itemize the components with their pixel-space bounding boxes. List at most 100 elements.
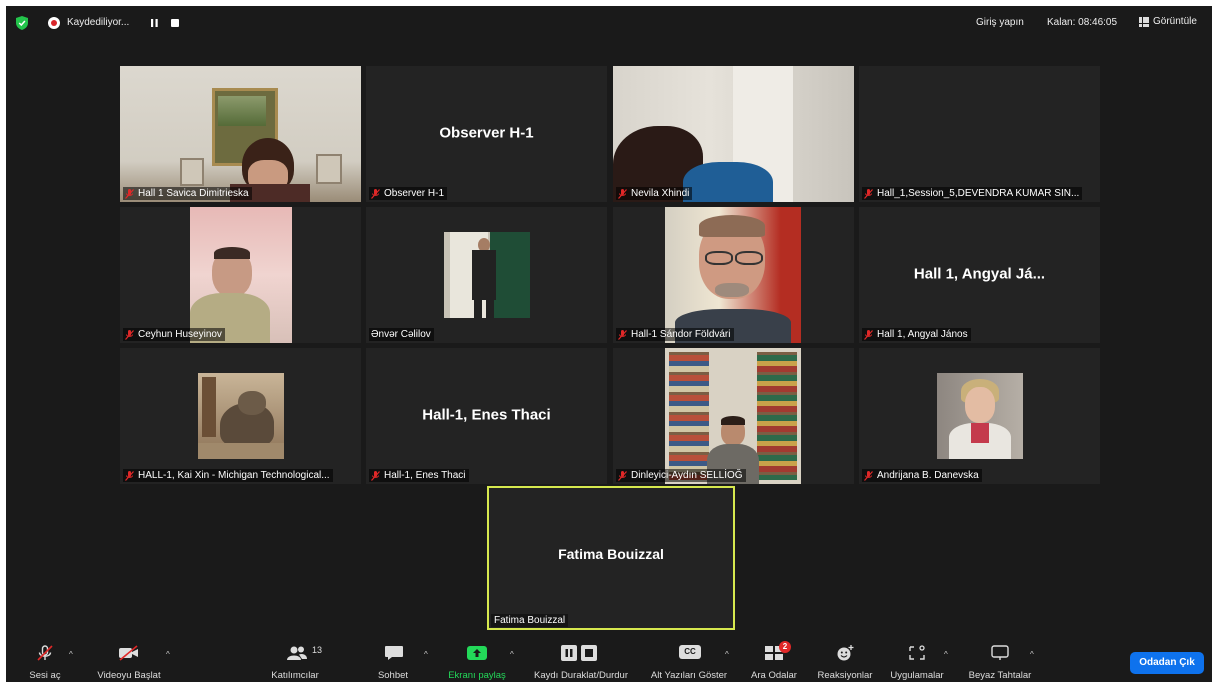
participants-count: 13 — [312, 645, 323, 655]
start-video-label: Videoyu Başlat — [97, 670, 161, 681]
start-video-button[interactable]: ^ Videoyu Başlat — [86, 636, 176, 682]
participant-name-label: Hall-1, Enes Thaci — [369, 469, 469, 482]
muted-mic-icon — [618, 470, 627, 481]
participant-video — [190, 207, 292, 343]
whiteboard-options-caret[interactable]: ^ — [1030, 650, 1034, 659]
unmute-label: Sesi aç — [29, 670, 61, 681]
participant-tile[interactable]: Dinleyici-Aydın SELLİOĞ — [613, 348, 854, 484]
whiteboards-label: Beyaz Tahtalar — [968, 670, 1032, 681]
shield-icon[interactable] — [16, 16, 28, 30]
video-off-icon — [119, 645, 138, 661]
share-options-caret[interactable]: ^ — [510, 650, 514, 659]
view-button[interactable]: Görüntüle — [1139, 16, 1197, 27]
audio-options-caret[interactable]: ^ — [69, 650, 73, 659]
muted-mic-icon — [618, 188, 627, 199]
whiteboard-icon — [991, 645, 1009, 660]
share-screen-button[interactable]: ^ Ekranı paylaş — [436, 636, 516, 682]
captions-icon: CC — [679, 645, 701, 659]
participant-tile[interactable]: Hall_1,Session_5,DEVENDRA KUMAR SIN... — [859, 66, 1100, 202]
participant-video — [444, 232, 530, 318]
muted-mic-icon — [864, 188, 873, 199]
participant-name-label: Ənvər Cəlilov — [369, 328, 434, 341]
reactions-icon — [837, 645, 854, 661]
sign-in-link[interactable]: Giriş yapın — [976, 17, 1024, 28]
captions-label: Alt Yazıları Göster — [650, 670, 728, 681]
share-screen-label: Ekranı paylaş — [448, 670, 506, 681]
participant-tile[interactable]: Ceyhun Huseyinov — [120, 207, 361, 343]
time-remaining: Kalan: 08:46:05 — [1047, 17, 1118, 28]
meeting-toolbar: ^ Sesi aç ^ Videoyu Başlat 13 Katılımcıl… — [6, 636, 1212, 682]
view-label: Görüntüle — [1153, 16, 1197, 27]
muted-mic-icon — [37, 645, 53, 661]
apps-label: Uygulamalar — [890, 670, 944, 681]
meeting-window: Kaydediliyor... Giriş yapın Kalan: 08:46… — [6, 6, 1212, 682]
apps-button[interactable]: ^ Uygulamalar — [880, 636, 956, 682]
stop-recording-icon[interactable] — [171, 19, 179, 27]
muted-mic-icon — [371, 470, 380, 481]
participant-tile[interactable]: Hall-1 Sándor Földvári — [613, 207, 854, 343]
participants-label: Katılımcılar — [271, 670, 319, 681]
participant-tile[interactable]: Andrijana B. Danevska — [859, 348, 1100, 484]
recording-controls-label: Kaydı Duraklat/Durdur — [534, 670, 628, 681]
participant-tile[interactable]: Ənvər Cəlilov — [366, 207, 607, 343]
captions-options-caret[interactable]: ^ — [725, 650, 729, 659]
participant-video — [665, 207, 801, 343]
participant-tile[interactable]: Hall 1 Savica Dimitrieska — [120, 66, 361, 202]
muted-mic-icon — [125, 188, 134, 199]
chat-icon — [385, 646, 403, 660]
muted-mic-icon — [864, 329, 873, 340]
participant-name-label: Hall 1 Savica Dimitrieska — [123, 187, 252, 200]
show-captions-button[interactable]: CC ^ Alt Yazıları Göster — [646, 636, 746, 682]
participant-tile[interactable]: HALL-1, Kai Xin - Michigan Technological… — [120, 348, 361, 484]
muted-mic-icon — [125, 329, 134, 340]
breakout-rooms-button[interactable]: 2 Ara Odalar — [746, 636, 802, 682]
participant-display-name: Hall-1, Enes Thaci — [422, 406, 551, 424]
participant-video — [937, 373, 1023, 459]
muted-mic-icon — [371, 188, 380, 199]
apps-options-caret[interactable]: ^ — [944, 650, 948, 659]
chat-label: Sohbet — [377, 670, 409, 681]
participant-video — [120, 66, 361, 202]
participant-name-label: Hall-1 Sándor Földvári — [616, 328, 734, 341]
whiteboards-button[interactable]: ^ Beyaz Tahtalar — [958, 636, 1042, 682]
pause-stop-recording-button[interactable]: Kaydı Duraklat/Durdur — [526, 636, 636, 682]
chat-options-caret[interactable]: ^ — [424, 650, 428, 659]
unmute-button[interactable]: ^ Sesi aç — [6, 636, 86, 682]
top-bar: Kaydediliyor... Giriş yapın Kalan: 08:46… — [6, 6, 1212, 40]
participant-display-name: Observer H-1 — [439, 124, 534, 142]
active-speaker-tile[interactable]: Fatima Bouizzal Fatima Bouizzal — [487, 486, 735, 630]
participant-tile[interactable]: Hall 1, Angyal Já... Hall 1, Angyal Jáno… — [859, 207, 1100, 343]
participant-name-label: Ceyhun Huseyinov — [123, 328, 225, 341]
reactions-button[interactable]: Reaksiyonlar — [812, 636, 878, 682]
participant-tile[interactable]: Hall-1, Enes Thaci Hall-1, Enes Thaci — [366, 348, 607, 484]
video-options-caret[interactable]: ^ — [166, 650, 170, 659]
participant-display-name: Hall 1, Angyal Já... — [913, 265, 1046, 283]
participant-name-label: Nevila Xhindi — [616, 187, 693, 200]
participant-name-label: Dinleyici-Aydın SELLİOĞ — [616, 469, 746, 482]
participant-name-label: Andrijana B. Danevska — [862, 469, 982, 482]
participant-tile[interactable]: Observer H-1 Observer H-1 — [366, 66, 607, 202]
apps-icon — [909, 645, 925, 660]
breakout-badge: 2 — [779, 641, 791, 653]
grid-view-icon — [1139, 16, 1149, 27]
participant-video — [613, 66, 854, 202]
participant-video — [198, 373, 284, 459]
speaker-name-label: Fatima Bouizzal — [491, 614, 569, 627]
participants-button[interactable]: 13 Katılımcılar — [256, 636, 336, 682]
participant-video — [665, 348, 801, 484]
chat-button[interactable]: ^ Sohbet — [366, 636, 436, 682]
participant-name-label: Observer H-1 — [369, 187, 448, 200]
share-screen-icon — [467, 646, 487, 660]
participant-name-label: Hall 1, Angyal János — [862, 328, 971, 341]
muted-mic-icon — [618, 329, 627, 340]
participant-name-label: Hall_1,Session_5,DEVENDRA KUMAR SIN... — [862, 187, 1083, 200]
pause-recording-icon[interactable] — [150, 18, 159, 28]
muted-mic-icon — [125, 470, 134, 481]
participant-tile[interactable]: Nevila Xhindi — [613, 66, 854, 202]
speaker-display-name: Fatima Bouizzal — [558, 546, 664, 562]
recording-controls-icon — [561, 645, 597, 661]
leave-button[interactable]: Odadan Çık — [1130, 652, 1204, 674]
recording-label: Kaydediliyor... — [67, 17, 130, 28]
participants-icon — [287, 646, 307, 660]
reactions-label: Reaksiyonlar — [817, 670, 873, 681]
